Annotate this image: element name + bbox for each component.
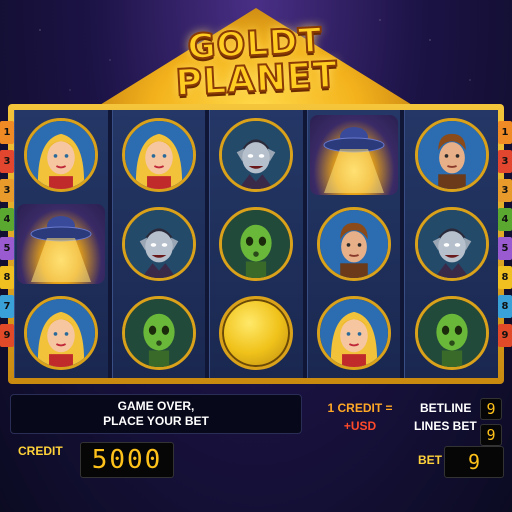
credit-label: CREDIT [18, 444, 63, 458]
reel-3 [209, 110, 303, 378]
reel-cell [113, 110, 206, 199]
reel-2 [111, 110, 206, 378]
payline-badge-right-3: 3 [498, 179, 512, 202]
payline-badge-right-7: 8 [498, 295, 512, 318]
man-icon [414, 117, 489, 192]
reel-cell [210, 110, 303, 199]
message-line-2: PLACE YOUR BET [103, 414, 209, 428]
reel-cell [15, 289, 108, 378]
payline-badge-left-1: 1 [0, 121, 14, 144]
blonde-woman-icon [121, 117, 196, 192]
reel-cell [405, 110, 498, 199]
ufo-icon [310, 114, 399, 195]
bet-display[interactable]: 9 [444, 446, 504, 478]
lines-bet-label: LINES BET [414, 419, 477, 433]
payline-badge-left-2: 3 [0, 150, 14, 173]
payline-badge-left-4: 4 [0, 208, 14, 231]
message-panel: GAME OVER, PLACE YOUR BET [10, 394, 302, 434]
vampire-icon [121, 206, 196, 281]
payline-badge-right-2: 3 [498, 150, 512, 173]
betline-display[interactable]: 9 [480, 398, 502, 420]
reels-grid [14, 110, 498, 378]
betline-label: BETLINE [420, 401, 472, 415]
payline-badge-left-5: 5 [0, 237, 14, 260]
ufo-icon [17, 203, 106, 284]
reel-cell [405, 289, 498, 378]
credit-rate-line-1: 1 CREDIT = [327, 401, 393, 415]
payline-badge-left-3: 3 [0, 179, 14, 202]
credit-display: 5000 [80, 442, 174, 478]
reel-cell [210, 199, 303, 288]
reel-cell [210, 289, 303, 378]
payline-badge-right-4: 4 [498, 208, 512, 231]
green-alien-icon [219, 206, 294, 281]
green-alien-icon [414, 296, 489, 371]
reel-cell [113, 199, 206, 288]
vampire-icon [219, 117, 294, 192]
reel-cell [15, 199, 108, 288]
gold-orb-icon [219, 296, 294, 371]
message-line-1: GAME OVER, [117, 399, 195, 413]
payline-badge-right-5: 5 [498, 237, 512, 260]
payline-indicators-left: 1 3 3 4 5 8 7 9 [0, 121, 14, 347]
reel-cell [308, 110, 401, 199]
payline-badge-right-8: 9 [498, 324, 512, 347]
payline-badge-left-8: 9 [0, 324, 14, 347]
payline-badge-left-6: 8 [0, 266, 14, 289]
payline-badge-left-7: 7 [0, 295, 14, 318]
man-icon [317, 206, 392, 281]
game-logo: GOLDT PLANET [0, 13, 512, 112]
credit-rate: 1 CREDIT = +USD [322, 399, 398, 435]
lines-bet-display[interactable]: 9 [480, 424, 502, 446]
reel-cell [308, 289, 401, 378]
vampire-icon [414, 206, 489, 281]
reel-cell [405, 199, 498, 288]
blonde-woman-icon [24, 117, 99, 192]
payline-badge-right-6: 8 [498, 266, 512, 289]
payline-badge-right-1: 1 [498, 121, 512, 144]
reel-5 [404, 110, 498, 378]
blonde-woman-icon [24, 296, 99, 371]
reel-4 [306, 110, 401, 378]
blonde-woman-icon [317, 296, 392, 371]
reel-cell [113, 289, 206, 378]
reel-cell [308, 199, 401, 288]
reel-cell [15, 110, 108, 199]
credit-rate-line-2: +USD [343, 419, 377, 433]
green-alien-icon [121, 296, 196, 371]
bet-label: BET [418, 453, 442, 467]
payline-indicators-right: 1 3 3 4 5 8 8 9 [498, 121, 512, 347]
reel-1 [14, 110, 108, 378]
